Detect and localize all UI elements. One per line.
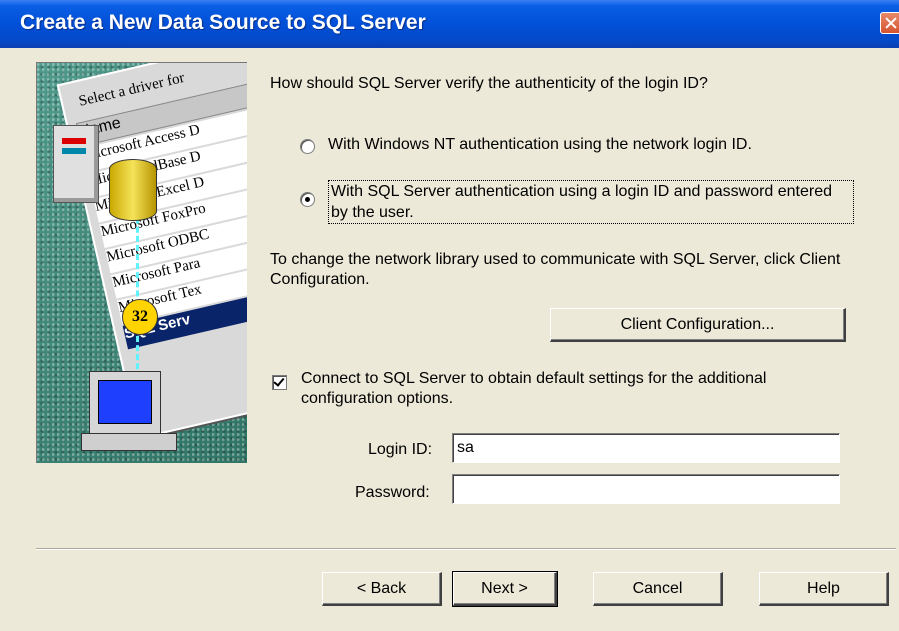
window-title: Create a New Data Source to SQL Server	[20, 11, 426, 34]
auth-question: How should SQL Server verify the authent…	[270, 75, 708, 92]
radio-button[interactable]	[300, 192, 315, 207]
radio-windows-auth-label: With Windows NT authentication using the…	[328, 136, 752, 153]
login-id-label: Login ID:	[368, 441, 433, 458]
button-separator	[36, 548, 896, 550]
wizard-illustration: Select a driver for Name Microsoft Acces…	[36, 62, 247, 463]
connect-checkbox-label: Connect to SQL Server to obtain default …	[301, 370, 767, 407]
title-bar[interactable]: Create a New Data Source to SQL Server	[0, 0, 899, 48]
computer-icon	[89, 371, 161, 437]
help-button[interactable]: Help	[759, 572, 889, 606]
dialog-window: Create a New Data Source to SQL Server S…	[0, 0, 899, 631]
client-configuration-button[interactable]: Client Configuration...	[550, 308, 846, 342]
close-icon[interactable]	[880, 12, 899, 34]
server-icon	[53, 125, 99, 203]
back-button[interactable]: < Back	[322, 572, 442, 606]
password-field[interactable]	[452, 474, 840, 504]
radio-windows-auth[interactable]: With Windows NT authentication using the…	[300, 136, 752, 154]
computer-base-icon	[81, 433, 177, 451]
radio-sql-auth[interactable]: With SQL Server authentication using a l…	[300, 180, 854, 224]
login-id-field[interactable]	[452, 433, 840, 463]
next-button[interactable]: Next >	[452, 571, 558, 607]
cancel-button[interactable]: Cancel	[593, 572, 723, 606]
connect-checkbox[interactable]	[272, 375, 287, 390]
password-label: Password:	[355, 484, 430, 501]
database-icon	[109, 159, 157, 221]
connect-checkbox-row[interactable]: Connect to SQL Server to obtain default …	[272, 369, 821, 409]
network-library-info: To change the network library used to co…	[270, 251, 841, 288]
radio-button[interactable]	[300, 139, 315, 154]
badge-32-icon: 32	[122, 299, 158, 335]
radio-sql-auth-label: With SQL Server authentication using a l…	[328, 180, 854, 224]
